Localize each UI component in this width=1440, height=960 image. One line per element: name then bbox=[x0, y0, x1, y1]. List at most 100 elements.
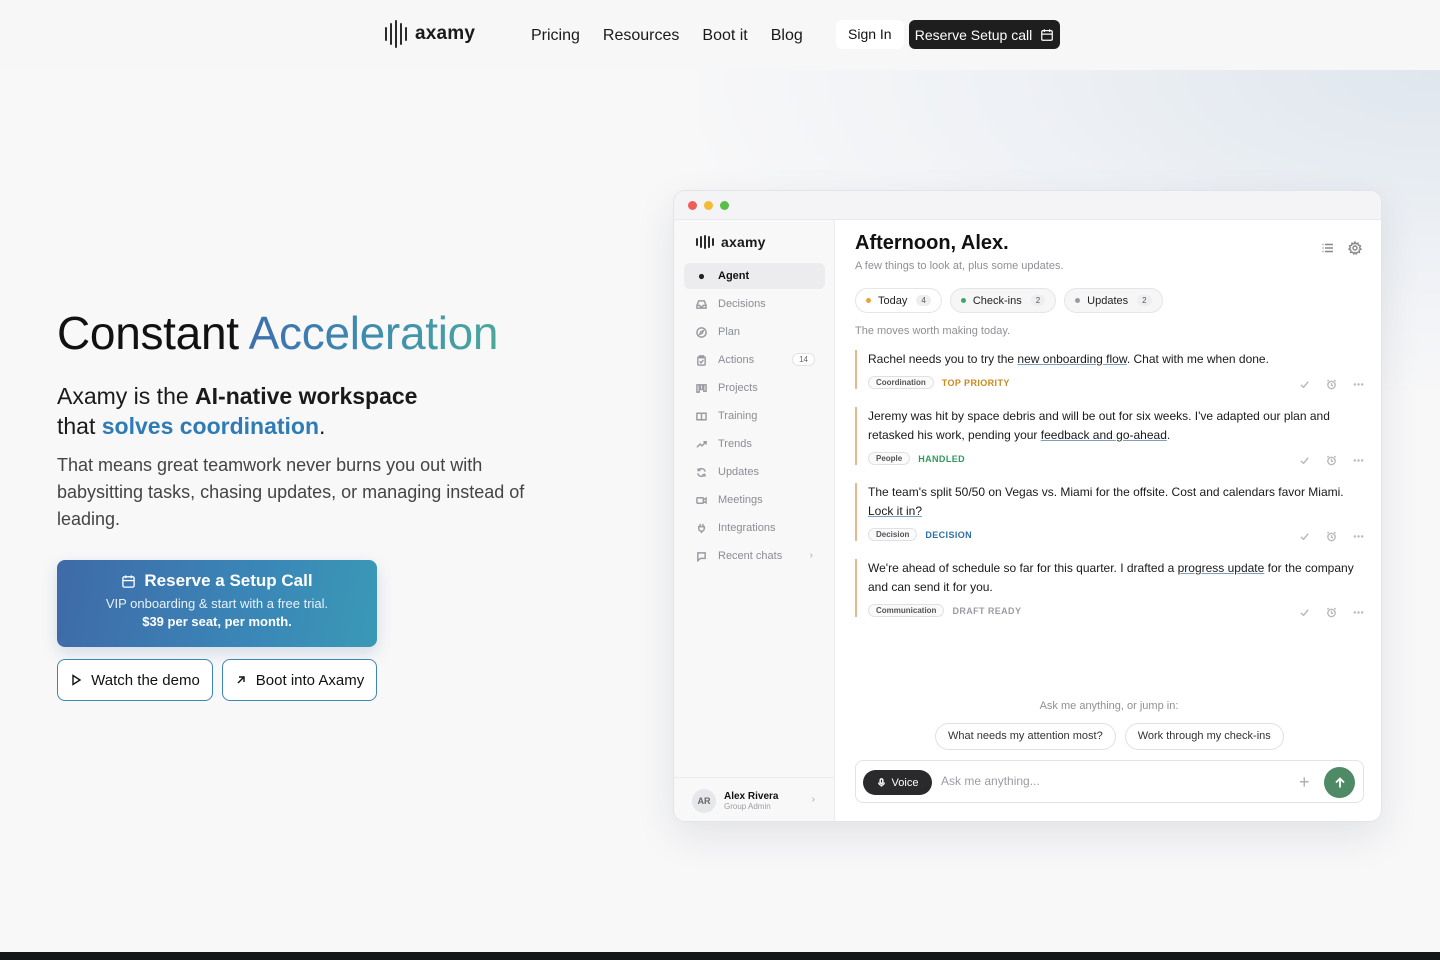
status-badge: TOP PRIORITY bbox=[941, 377, 1010, 388]
tab-count: 2 bbox=[1137, 295, 1152, 306]
tab-count: 4 bbox=[916, 295, 931, 306]
arrow-up-icon bbox=[1334, 776, 1345, 787]
voice-button[interactable]: Voice bbox=[863, 770, 932, 795]
watch-demo-button[interactable]: Watch the demo bbox=[57, 659, 213, 701]
sidebar-item-meetings[interactable]: Meetings bbox=[684, 487, 825, 513]
play-icon bbox=[72, 674, 82, 686]
arrow-up-right-icon bbox=[237, 676, 245, 684]
more-options-icon[interactable] bbox=[1352, 530, 1365, 543]
check-icon[interactable] bbox=[1298, 530, 1311, 543]
nav-link-blog[interactable]: Blog bbox=[771, 27, 803, 45]
refresh-icon bbox=[694, 465, 708, 479]
suggestions-caption: Ask me anything, or jump in: bbox=[1039, 700, 1179, 712]
sidebar-item-agent[interactable]: Agent bbox=[684, 263, 825, 289]
footer-edge bbox=[0, 952, 1440, 960]
chat-composer: Voice + bbox=[855, 760, 1364, 803]
more-options-icon[interactable] bbox=[1352, 606, 1365, 619]
list-view-icon[interactable] bbox=[1321, 241, 1335, 255]
item-link[interactable]: progress update bbox=[1178, 561, 1265, 575]
snooze-alarm-icon[interactable] bbox=[1325, 530, 1338, 543]
chat-icon bbox=[694, 549, 708, 563]
category-tag: People bbox=[868, 452, 911, 465]
nav-link-pricing[interactable]: Pricing bbox=[531, 27, 580, 45]
check-icon[interactable] bbox=[1298, 378, 1311, 391]
nav-link-resources[interactable]: Resources bbox=[603, 27, 679, 45]
app-logo[interactable]: axamy bbox=[696, 234, 766, 250]
chat-input[interactable] bbox=[941, 774, 1281, 788]
item-link[interactable]: new onboarding flow bbox=[1017, 352, 1126, 366]
status-dot bbox=[1075, 298, 1081, 303]
sidebar-item-updates[interactable]: Updates bbox=[684, 459, 825, 485]
clipboard-icon bbox=[694, 353, 708, 367]
suggestion-chip-attention[interactable]: What needs my attention most? bbox=[935, 723, 1116, 750]
actions-count-badge: 14 bbox=[792, 353, 815, 366]
tab-updates[interactable]: Updates 2 bbox=[1064, 288, 1163, 313]
status-dot bbox=[960, 298, 966, 303]
avatar: AR bbox=[692, 788, 716, 813]
calendar-icon bbox=[122, 574, 136, 588]
snooze-alarm-icon[interactable] bbox=[1325, 454, 1338, 467]
logo-bars-icon bbox=[385, 20, 407, 48]
tab-count: 2 bbox=[1030, 295, 1046, 306]
send-button[interactable] bbox=[1324, 767, 1355, 798]
hero-title-accent: Acceleration bbox=[248, 307, 499, 359]
gear-icon[interactable] bbox=[1347, 240, 1363, 256]
agent-main-panel: Afternoon, Alex. A few things to look at… bbox=[835, 220, 1381, 821]
cta-description: VIP onboarding & start with a free trial… bbox=[105, 596, 329, 611]
sidebar-menu: Agent Decisions Plan Actions 14 Projects bbox=[684, 263, 825, 571]
hero-title: Constant Acceleration bbox=[57, 307, 499, 359]
brand-logo[interactable]: axamy bbox=[385, 20, 475, 48]
user-name: Alex Rivera bbox=[724, 790, 779, 802]
sidebar-item-plan[interactable]: Plan bbox=[684, 319, 825, 345]
tab-today[interactable]: Today 4 bbox=[855, 288, 942, 313]
sidebar-item-integrations[interactable]: Integrations bbox=[684, 515, 825, 541]
window-close-button[interactable] bbox=[688, 201, 697, 210]
compass-icon bbox=[694, 325, 708, 339]
reserve-setup-call-button[interactable]: Reserve Setup call bbox=[909, 20, 1060, 49]
check-icon[interactable] bbox=[1298, 454, 1311, 467]
more-options-icon[interactable] bbox=[1352, 378, 1365, 391]
more-options-icon[interactable] bbox=[1352, 454, 1365, 467]
sidebar-item-training[interactable]: Training bbox=[684, 403, 825, 429]
window-minimize-button[interactable] bbox=[704, 201, 713, 210]
boot-into-axamy-button[interactable]: Boot into Axamy bbox=[222, 659, 377, 701]
sidebar-item-decisions[interactable]: Decisions bbox=[684, 291, 825, 317]
tab-check-ins[interactable]: Check-ins 2 bbox=[949, 288, 1057, 313]
snooze-alarm-icon[interactable] bbox=[1325, 378, 1338, 391]
kanban-icon bbox=[694, 381, 708, 395]
calendar-icon bbox=[1041, 28, 1054, 41]
reserve-setup-call-cta[interactable]: Reserve a Setup Call VIP onboarding & st… bbox=[57, 560, 377, 647]
sign-in-button[interactable]: Sign In bbox=[836, 20, 904, 49]
sidebar-item-projects[interactable]: Projects bbox=[684, 375, 825, 401]
add-attachment-icon[interactable]: + bbox=[1299, 773, 1310, 791]
category-tag: Coordination bbox=[868, 376, 934, 389]
page-title: Afternoon, Alex. bbox=[855, 232, 1009, 254]
logo-bars-icon bbox=[696, 235, 714, 249]
status-badge: DRAFT READY bbox=[952, 605, 1022, 616]
status-dot bbox=[866, 298, 871, 303]
sidebar-item-actions[interactable]: Actions 14 bbox=[684, 347, 825, 373]
plug-icon bbox=[694, 521, 708, 535]
item-link[interactable]: feedback and go-ahead bbox=[1041, 428, 1167, 442]
suggestion-chip-check-ins[interactable]: Work through my check-ins bbox=[1124, 723, 1284, 750]
item-link[interactable]: Lock it in? bbox=[868, 504, 922, 518]
sidebar-item-trends[interactable]: Trends bbox=[684, 431, 825, 457]
user-profile-menu[interactable]: AR Alex Rivera Group Admin › bbox=[674, 777, 835, 821]
nav-link-boot-it[interactable]: Boot it bbox=[702, 27, 747, 45]
main-nav: Pricing Resources Boot it Blog bbox=[531, 27, 803, 45]
chevron-right-icon: › bbox=[811, 794, 815, 805]
cta-price: $39 per seat, per month. bbox=[142, 614, 292, 629]
window-title-bar bbox=[674, 191, 1381, 220]
trend-icon bbox=[694, 437, 708, 451]
check-icon[interactable] bbox=[1298, 606, 1311, 619]
window-maximize-button[interactable] bbox=[720, 201, 729, 210]
hero-subtitle: Axamy is the AI-native workspace that so… bbox=[57, 383, 418, 439]
snooze-alarm-icon[interactable] bbox=[1325, 606, 1338, 619]
cta-title: Reserve a Setup Call bbox=[57, 571, 377, 591]
sidebar-item-recent-chats[interactable]: Recent chats › bbox=[684, 543, 825, 569]
book-icon bbox=[694, 409, 708, 423]
page-subtitle: A few things to look at, plus some updat… bbox=[855, 260, 1064, 272]
app-sidebar: axamy Agent Decisions Plan Actions 14 Pr… bbox=[674, 220, 835, 821]
video-icon bbox=[694, 493, 708, 507]
section-caption: The moves worth making today. bbox=[855, 325, 1011, 337]
